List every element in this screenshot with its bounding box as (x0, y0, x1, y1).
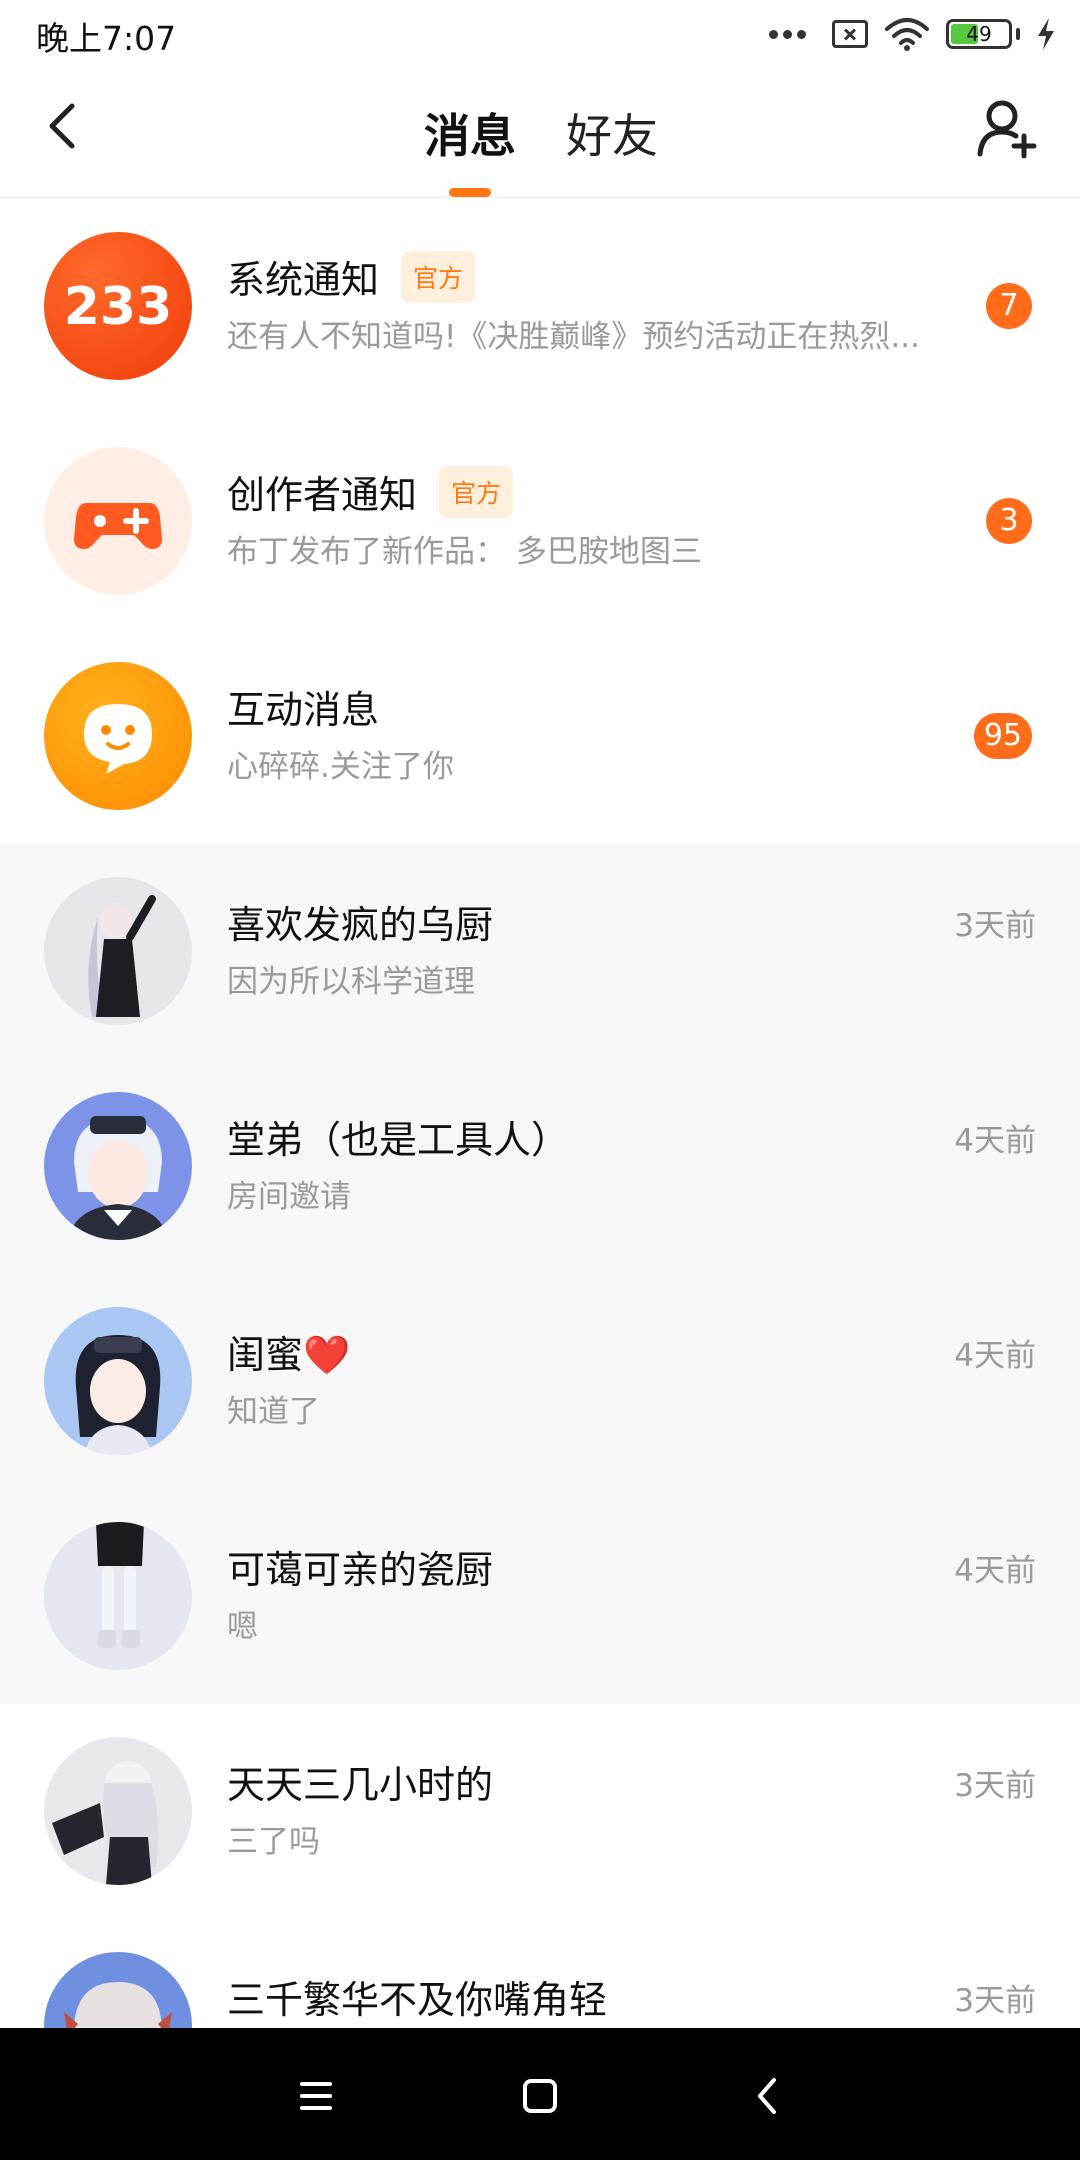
more-dots-icon (769, 29, 806, 39)
charging-icon (1038, 18, 1054, 50)
avatar (44, 1307, 192, 1455)
list-item-chat[interactable]: 可蔼可亲的瓷厨 嗯 4天前 (0, 1489, 1080, 1704)
chat-bubble-icon (44, 662, 192, 810)
avatar (44, 877, 192, 1025)
back-button[interactable] (34, 96, 94, 156)
list-item-interaction[interactable]: 互动消息 心碎碎.关注了你 95 (0, 629, 1080, 844)
list-item-chat[interactable]: 天天三几小时的 三了吗 3天前 (0, 1704, 1080, 1919)
status-time: 晚上7:07 (36, 19, 177, 58)
official-badge: 官方 (401, 250, 476, 303)
avatar (44, 1092, 192, 1240)
wifi-icon (885, 18, 929, 51)
status-icons: 49 (769, 14, 1056, 54)
unread-count-badge: 3 (986, 498, 1032, 544)
battery-icon: 49 (946, 19, 1012, 49)
contact-name: 喜欢发疯的乌厨 (227, 903, 494, 947)
unread-count-badge: 7 (986, 283, 1032, 329)
contact-name: 互动消息 (227, 688, 380, 732)
list-item-system-notice[interactable]: 233 系统通知 官方 还有人不知道吗!《决胜巅峰》预约活动正在热烈... 7 (0, 199, 1080, 414)
active-tab-indicator (449, 188, 491, 197)
contact-name: 创作者通知 (227, 473, 418, 517)
gamepad-icon (44, 447, 192, 595)
message-time: 3天前 (954, 1983, 1036, 2019)
add-friend-button[interactable] (976, 96, 1040, 160)
menu-icon[interactable] (286, 2066, 346, 2126)
unread-count-badge: 95 (973, 713, 1032, 759)
contact-name: 系统通知 (227, 258, 380, 302)
message-preview: 心碎碎.关注了你 (227, 749, 454, 785)
status-bar: 晚上7:07 49 (0, 0, 1080, 66)
battery-cap (1016, 28, 1020, 40)
system-nav-bar (0, 2028, 1080, 2160)
message-preview: 三了吗 (227, 1824, 320, 1860)
message-preview: 房间邀请 (227, 1179, 351, 1215)
contact-name: 可蔼可亲的瓷厨 (227, 1548, 494, 1592)
avatar (44, 1737, 192, 1885)
message-preview: 知道了 (227, 1394, 320, 1430)
tab-messages[interactable]: 消息 (424, 100, 516, 166)
home-icon[interactable] (510, 2066, 570, 2126)
list-item-chat[interactable]: 堂弟（也是工具人） 房间邀请 4天前 (0, 1059, 1080, 1274)
message-time: 4天前 (954, 1338, 1036, 1374)
message-time: 4天前 (954, 1123, 1036, 1159)
message-time: 4天前 (954, 1553, 1036, 1589)
tab-friends[interactable]: 好友 (566, 100, 658, 166)
back-icon[interactable] (738, 2066, 798, 2126)
contact-name: 堂弟（也是工具人） (227, 1118, 570, 1162)
header: 消息 好友 (0, 66, 1080, 198)
message-preview: 布丁发布了新作品： 多巴胺地图三 (227, 534, 702, 570)
contact-name: 天天三几小时的 (227, 1763, 494, 1807)
list-item-chat[interactable]: 闺蜜❤️ 知道了 4天前 (0, 1274, 1080, 1489)
battery-level: 49 (966, 22, 992, 46)
message-list: 233 系统通知 官方 还有人不知道吗!《决胜巅峰》预约活动正在热烈... 7 … (0, 199, 1080, 2134)
contact-name: 闺蜜❤️ (227, 1333, 351, 1377)
233-logo-avatar: 233 (44, 232, 192, 380)
contact-name: 三千繁华不及你嘴角轻 (227, 1978, 608, 2022)
message-time: 3天前 (954, 908, 1036, 944)
no-sim-icon (832, 20, 868, 48)
message-time: 3天前 (954, 1768, 1036, 1804)
message-preview: 因为所以科学道理 (227, 964, 475, 1000)
official-badge: 官方 (439, 465, 514, 518)
list-item-chat[interactable]: 喜欢发疯的乌厨 因为所以科学道理 3天前 (0, 844, 1080, 1059)
list-item-creator-notice[interactable]: 创作者通知 官方 布丁发布了新作品： 多巴胺地图三 3 (0, 414, 1080, 629)
svg-text:233: 233 (64, 277, 173, 337)
avatar (44, 1522, 192, 1670)
message-preview: 还有人不知道吗!《决胜巅峰》预约活动正在热烈... (227, 319, 920, 355)
message-preview: 嗯 (227, 1609, 258, 1645)
